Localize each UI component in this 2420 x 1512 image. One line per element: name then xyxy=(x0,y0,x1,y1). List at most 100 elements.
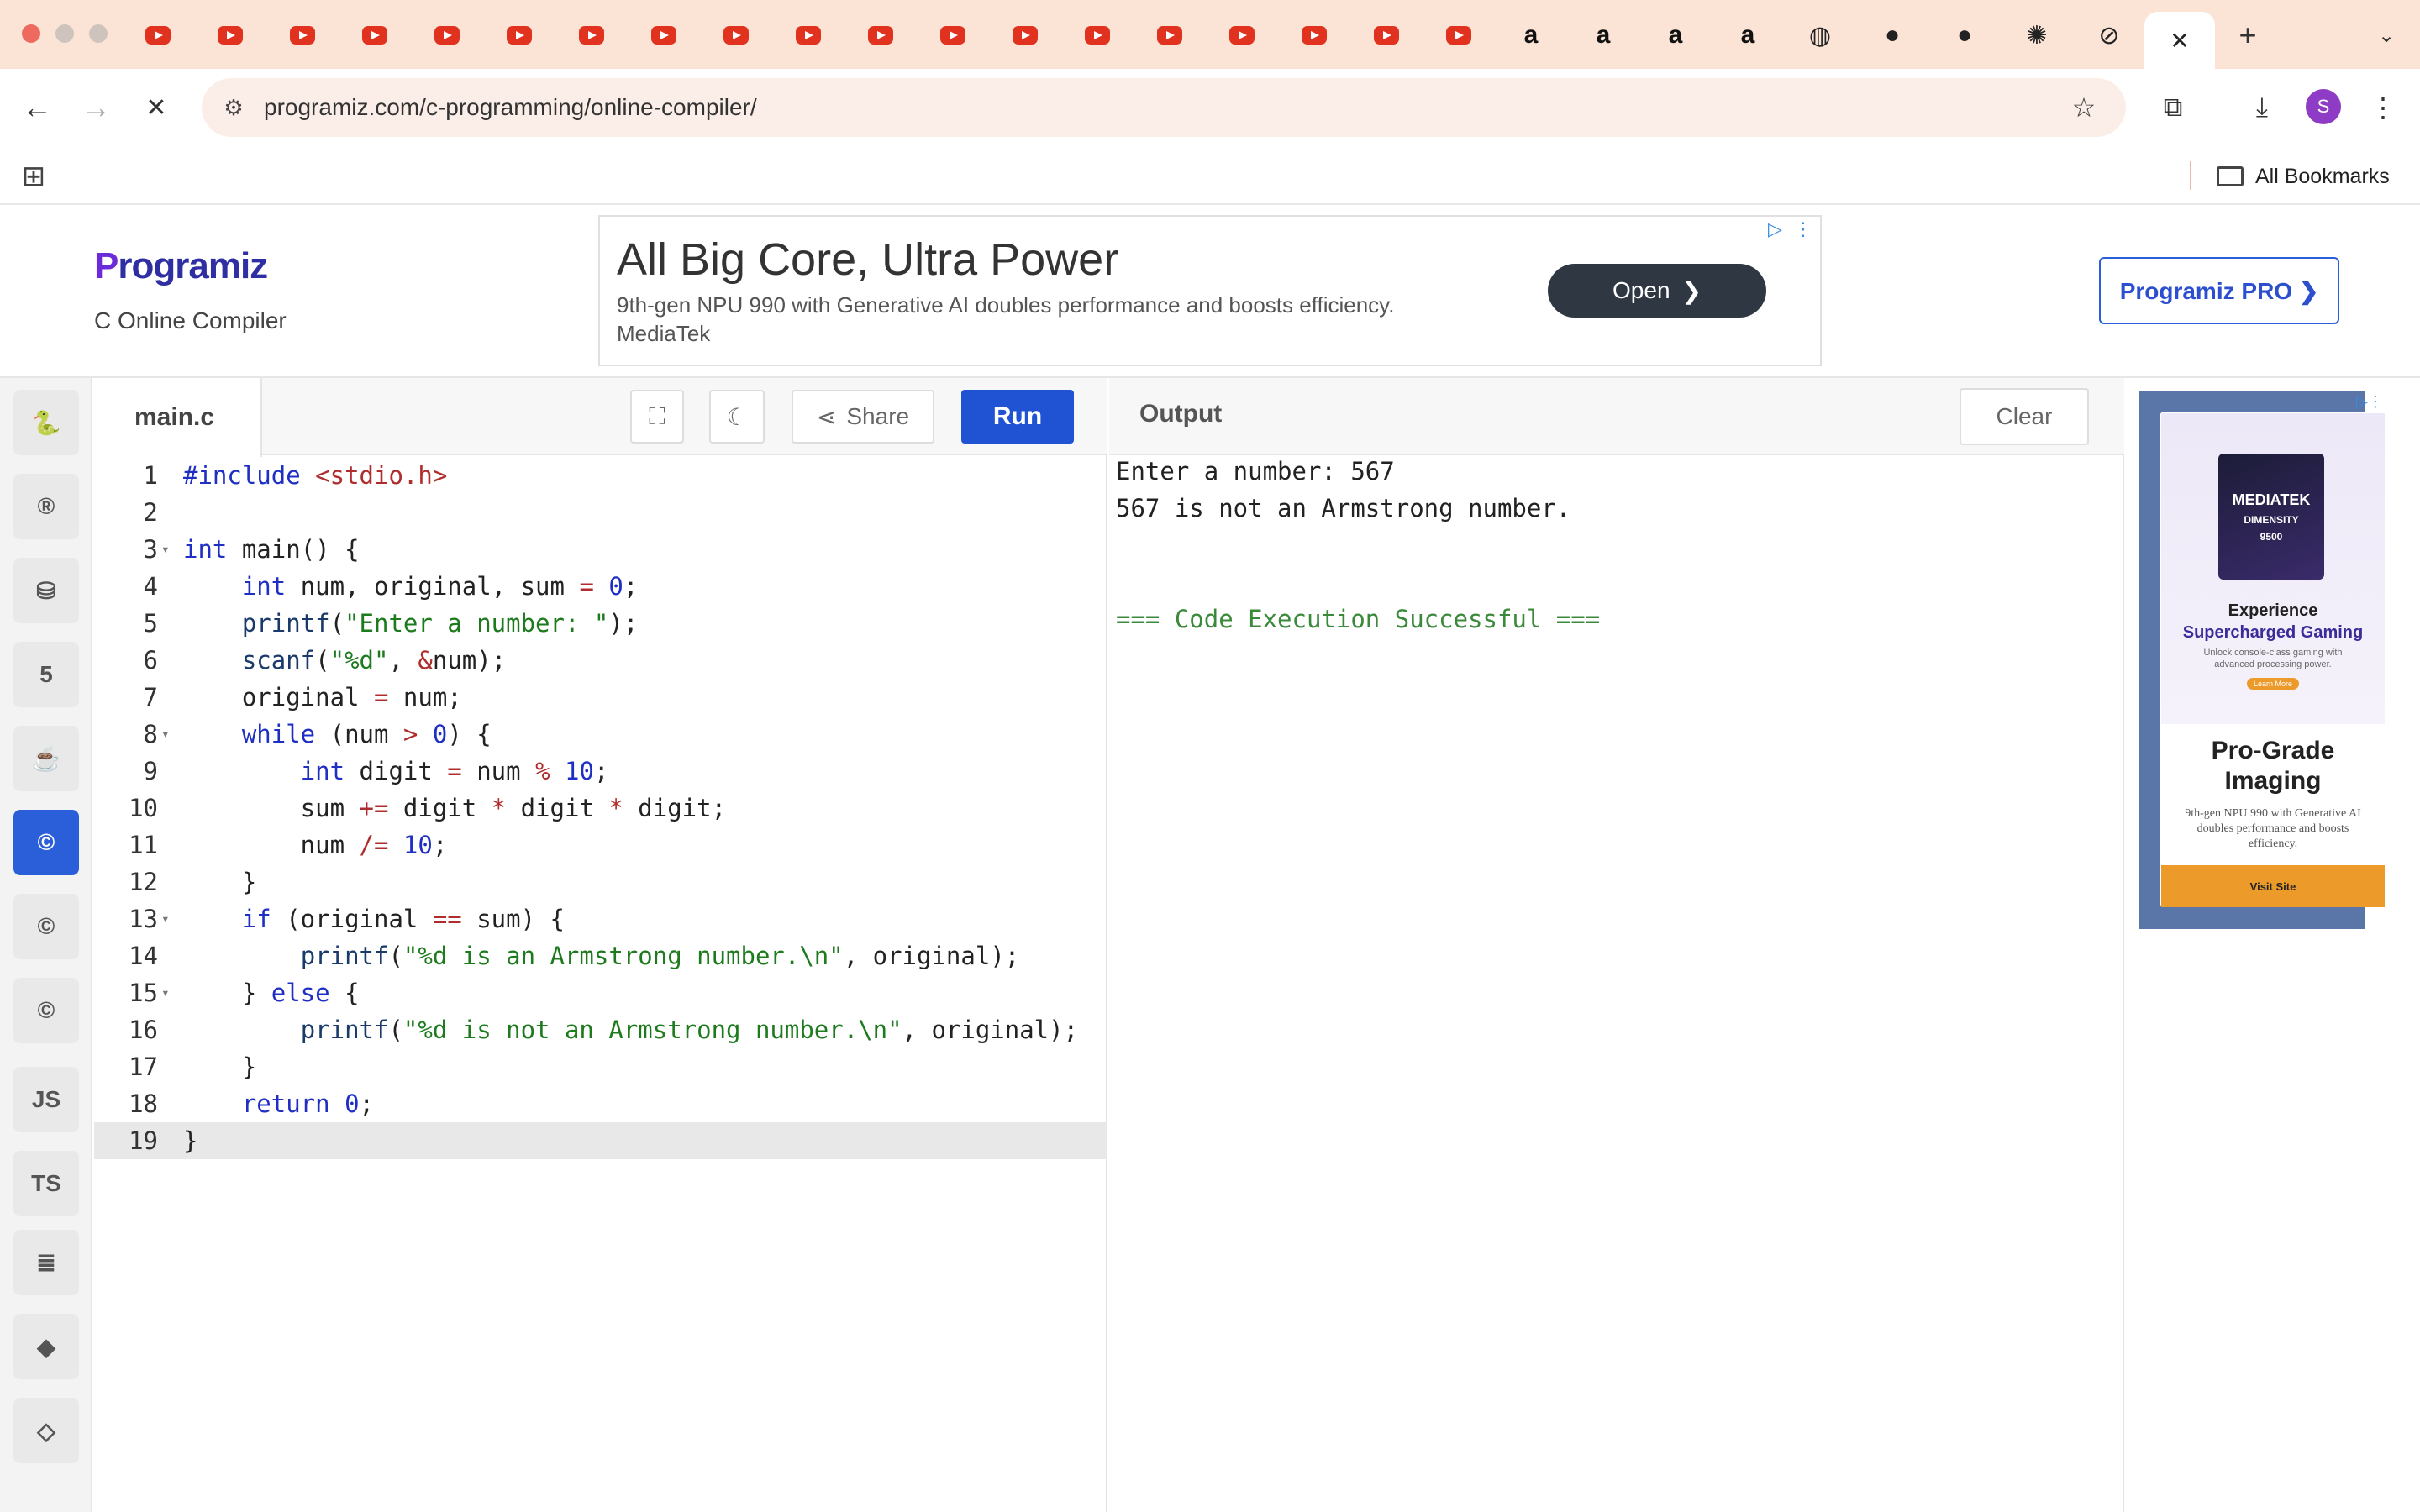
stop-loading-icon[interactable]: ✕ xyxy=(133,84,180,131)
go-icon[interactable]: ≣ xyxy=(13,1230,79,1295)
tab-youtube[interactable] xyxy=(1146,17,1193,54)
code-line[interactable]: 6 scanf("%d", &num); xyxy=(94,642,1107,679)
download-icon[interactable]: ⤓ xyxy=(2238,84,2286,131)
database-icon[interactable]: ⛁ xyxy=(13,558,79,623)
programiz-logo[interactable]: Programiz xyxy=(94,245,268,287)
code-line[interactable]: 3 ▾ int main() { xyxy=(94,531,1107,568)
swift-icon[interactable]: ◆ xyxy=(13,1314,79,1379)
tab-youtube[interactable] xyxy=(1291,17,1338,54)
code-line[interactable]: 18 return 0; xyxy=(94,1085,1107,1122)
tab-github[interactable]: ● xyxy=(1941,17,1988,54)
tab-github[interactable]: ● xyxy=(1869,17,1916,54)
java-icon[interactable]: ☕ xyxy=(13,726,79,791)
python-icon[interactable]: 🐍 xyxy=(13,390,79,455)
code-line[interactable]: 16 printf("%d is not an Armstrong number… xyxy=(94,1011,1107,1048)
tab-amazon[interactable]: a xyxy=(1652,17,1699,54)
execution-status: === Code Execution Successful === xyxy=(1116,605,1601,633)
tab-youtube[interactable] xyxy=(424,17,471,54)
javascript-icon[interactable]: JS xyxy=(13,1067,79,1132)
code-area[interactable]: 1 #include <stdio.h> 2 3 ▾ int main() { 4 i… xyxy=(94,457,1107,1159)
run-button[interactable]: Run xyxy=(961,390,1074,444)
ad-headline[interactable]: All Big Core, Ultra Power xyxy=(617,234,1118,286)
tab-youtube[interactable] xyxy=(1218,17,1265,54)
youtube-icon xyxy=(579,26,604,45)
tab-youtube[interactable] xyxy=(496,17,543,54)
fullscreen-icon[interactable]: ⛶ xyxy=(630,390,684,444)
tab-youtube[interactable] xyxy=(134,17,182,54)
programiz-pro-button[interactable]: Programiz PRO ❯ xyxy=(2099,257,2339,324)
chip-image: MEDIATEK DIMENSITY 9500 xyxy=(2218,454,2324,580)
code-line[interactable]: 11 num /= 10; xyxy=(94,827,1107,864)
side-ad-visit-button[interactable]: Visit Site xyxy=(2161,865,2385,907)
share-button[interactable]: ⋖ Share xyxy=(792,390,934,444)
tab-youtube[interactable] xyxy=(351,17,398,54)
code-line[interactable]: 8 ▾ while (num > 0) { xyxy=(94,716,1107,753)
code-line[interactable]: 9 int digit = num % 10; xyxy=(94,753,1107,790)
tab-amazon[interactable]: a xyxy=(1724,17,1771,54)
code-line[interactable]: 10 sum += digit * digit * digit; xyxy=(94,790,1107,827)
tab-youtube[interactable] xyxy=(640,17,687,54)
code-line[interactable]: 17 } xyxy=(94,1048,1107,1085)
no-icon: ⊘ xyxy=(2098,21,2120,50)
tab-globe[interactable]: ◍ xyxy=(1797,17,1844,54)
tab-youtube[interactable] xyxy=(279,17,326,54)
side-ad-headline: Pro-Grade Imaging xyxy=(2211,737,2335,795)
tab-muted[interactable]: ⊘ xyxy=(2086,17,2133,54)
extensions-icon[interactable]: ⧉ xyxy=(2149,84,2196,131)
maximize-window-button[interactable] xyxy=(89,24,108,43)
profile-avatar[interactable]: S xyxy=(2306,89,2341,124)
menu-kebab-icon[interactable]: ⋮ xyxy=(2360,84,2407,131)
rust-icon[interactable]: ◇ xyxy=(13,1398,79,1463)
youtube-icon xyxy=(290,26,315,45)
close-window-button[interactable] xyxy=(22,24,40,43)
moon-icon[interactable]: ☾ xyxy=(709,390,765,444)
apps-grid-icon[interactable]: ⊞ xyxy=(17,160,50,193)
tab-youtube[interactable] xyxy=(1363,17,1410,54)
tab-youtube[interactable] xyxy=(857,17,904,54)
minimize-window-button[interactable] xyxy=(55,24,74,43)
code-line[interactable]: 5 printf("Enter a number: "); xyxy=(94,605,1107,642)
tab-youtube[interactable] xyxy=(929,17,976,54)
tab-youtube[interactable] xyxy=(713,17,760,54)
tab-youtube[interactable] xyxy=(1435,17,1482,54)
tab-amazon[interactable]: a xyxy=(1507,17,1555,54)
back-arrow-icon[interactable]: ← xyxy=(13,84,60,131)
code-line[interactable]: 2 xyxy=(94,494,1107,531)
ad-open-button[interactable]: Open ❯ xyxy=(1548,264,1766,318)
url-text[interactable]: programiz.com/c-programming/online-compi… xyxy=(264,91,757,124)
file-tab[interactable]: main.c xyxy=(94,378,262,457)
code-line[interactable]: 7 original = num; xyxy=(94,679,1107,716)
code-line[interactable]: 14 printf("%d is an Armstrong number.\n"… xyxy=(94,937,1107,974)
ad-choices-icon[interactable]: ▷⋮ xyxy=(2356,393,2383,411)
ad-choices-icon[interactable]: ▷⋮ xyxy=(1768,218,1812,240)
tab-openai[interactable]: ✺ xyxy=(2013,17,2060,54)
close-icon[interactable]: ✕ xyxy=(2170,27,2189,55)
code-line[interactable]: 15 ▾ } else { xyxy=(94,974,1107,1011)
tab-youtube[interactable] xyxy=(207,17,254,54)
cpp-icon[interactable]: © xyxy=(13,894,79,959)
r-icon[interactable]: ® xyxy=(13,474,79,539)
tab-youtube[interactable] xyxy=(1074,17,1121,54)
chevron-down-icon[interactable]: ⌄ xyxy=(2368,17,2405,54)
new-tab-button[interactable]: + xyxy=(2227,17,2269,54)
typescript-icon[interactable]: TS xyxy=(13,1151,79,1216)
side-ad-description: 9th-gen NPU 990 with Generative AI doubl… xyxy=(2185,807,2361,850)
csharp-icon[interactable]: © xyxy=(13,978,79,1043)
code-line[interactable]: 4 int num, original, sum = 0; xyxy=(94,568,1107,605)
tab-youtube[interactable] xyxy=(568,17,615,54)
html5-icon[interactable]: 5 xyxy=(13,642,79,707)
clear-button[interactable]: Clear xyxy=(1960,388,2089,445)
tab-youtube[interactable] xyxy=(1002,17,1049,54)
site-info-icon[interactable]: ⚙ xyxy=(215,89,252,126)
tab-active-close[interactable]: ✕ xyxy=(2144,12,2215,69)
c-icon[interactable]: © xyxy=(13,810,79,875)
tab-youtube[interactable] xyxy=(785,17,832,54)
code-line[interactable]: 1 #include <stdio.h> xyxy=(94,457,1107,494)
tab-amazon[interactable]: a xyxy=(1580,17,1627,54)
all-bookmarks-button[interactable]: All Bookmarks xyxy=(2217,160,2390,193)
forward-arrow-icon[interactable]: → xyxy=(72,84,119,131)
code-line[interactable]: 13 ▾ if (original == sum) { xyxy=(94,900,1107,937)
bookmark-star-icon[interactable]: ☆ xyxy=(2065,89,2102,126)
code-line-current[interactable]: 19} xyxy=(94,1122,1107,1159)
code-line[interactable]: 12 } xyxy=(94,864,1107,900)
